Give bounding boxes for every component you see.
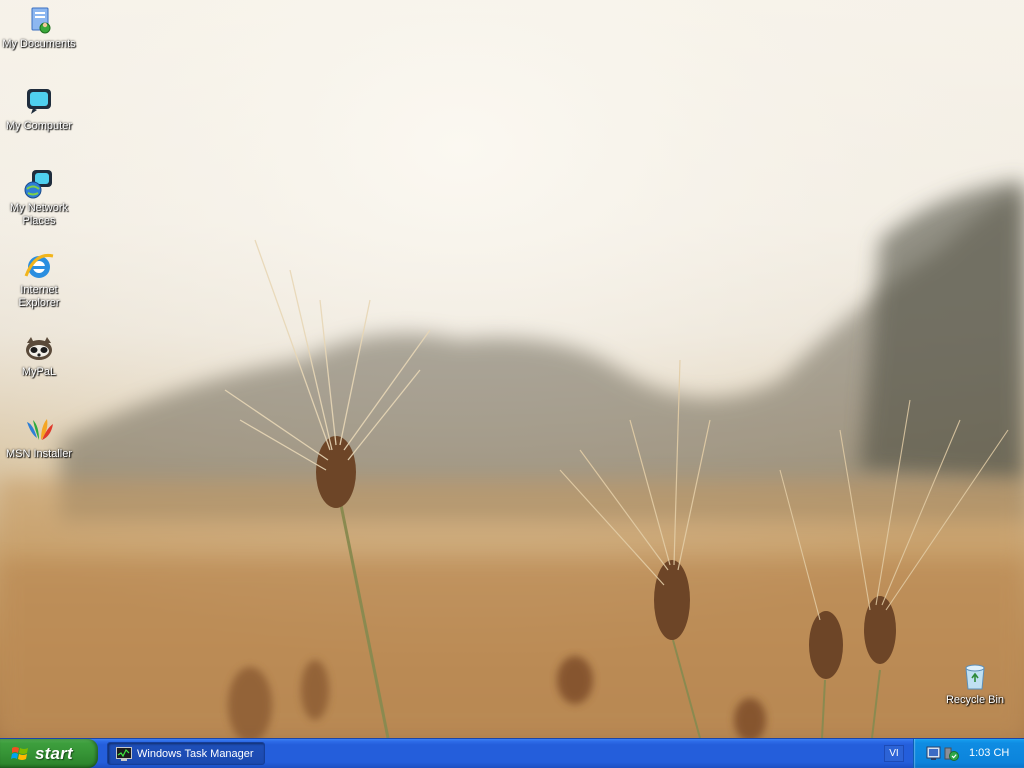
windows-flag-icon bbox=[11, 746, 28, 760]
desktop-icon-my-documents[interactable]: My Documents bbox=[0, 4, 78, 51]
taskbar-button-label: Windows Task Manager bbox=[137, 747, 254, 760]
desktop-icon-internet-explorer[interactable]: Internet Explorer bbox=[0, 250, 78, 310]
system-tray: 1:03 CH bbox=[913, 739, 1024, 768]
desktop-icon-msn-installer[interactable]: MSN Installer bbox=[0, 414, 78, 461]
desktop-icon-network-places[interactable]: My Network Places bbox=[0, 168, 78, 228]
security-shield-icon[interactable] bbox=[944, 746, 959, 761]
msn-installer-icon bbox=[27, 419, 53, 440]
taskbar[interactable]: start Windows Task Manager VI 1:03 CH bbox=[0, 738, 1024, 768]
internet-explorer-icon bbox=[24, 253, 54, 278]
my-computer-icon bbox=[27, 89, 51, 114]
mypal-icon bbox=[26, 337, 52, 360]
desktop-icon-label: MyPaL bbox=[21, 366, 57, 378]
display-icon[interactable] bbox=[926, 746, 941, 761]
desktop-icon-label: My Network Places bbox=[9, 202, 69, 227]
start-button[interactable]: start bbox=[0, 739, 98, 768]
desktop[interactable]: My Documents My Computer My Network Plac… bbox=[0, 0, 1024, 738]
network-places-icon bbox=[24, 170, 52, 199]
desktop-icon-label: Internet Explorer bbox=[18, 284, 60, 309]
desktop-icon-label: Recycle Bin bbox=[945, 694, 1005, 706]
wallpaper-image bbox=[0, 0, 1024, 738]
desktop-icon-recycle-bin[interactable]: Recycle Bin bbox=[936, 660, 1014, 707]
taskbar-button-task-manager[interactable]: Windows Task Manager bbox=[107, 742, 265, 765]
task-manager-icon bbox=[116, 746, 132, 761]
start-label: start bbox=[35, 743, 73, 763]
language-indicator[interactable]: VI bbox=[884, 745, 904, 762]
clock[interactable]: 1:03 CH bbox=[969, 739, 1009, 768]
recycle-bin-icon bbox=[965, 664, 985, 690]
desktop-icon-label: My Documents bbox=[2, 38, 76, 50]
desktop-icon-mypal[interactable]: MyPaL bbox=[0, 332, 78, 379]
desktop-icon-my-computer[interactable]: My Computer bbox=[0, 86, 78, 133]
language-label: VI bbox=[889, 748, 899, 759]
desktop-icon-label: My Computer bbox=[5, 120, 73, 132]
my-documents-icon bbox=[31, 7, 51, 34]
desktop-icon-label: MSN Installer bbox=[5, 448, 73, 460]
